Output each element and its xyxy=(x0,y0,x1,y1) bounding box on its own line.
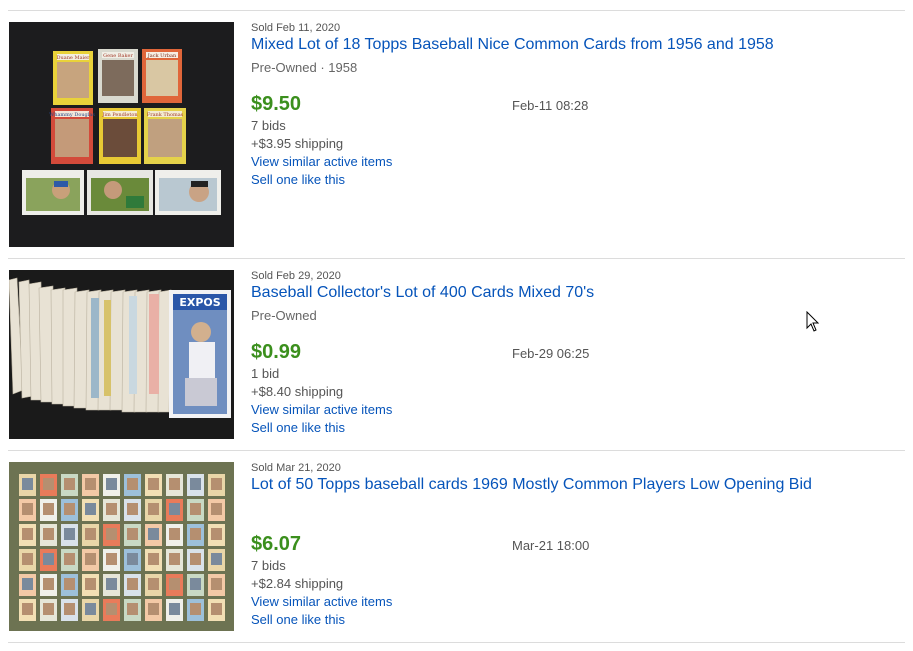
svg-text:Whammy Douglas: Whammy Douglas xyxy=(49,112,95,118)
listing-item: EXPOS Sold Feb 29, 2020 Baseball Collect… xyxy=(0,270,913,440)
view-similar-link[interactable]: View similar active items xyxy=(251,594,392,610)
listing-thumbnail[interactable] xyxy=(9,462,234,631)
listing-thumbnail[interactable]: EXPOS xyxy=(9,270,234,439)
listing-thumbnail[interactable]: Duane Maier Gene Baker Jack Urban Whammy… xyxy=(9,22,234,247)
divider xyxy=(8,450,905,451)
listing-title-link[interactable]: Lot of 50 Topps baseball cards 1969 Most… xyxy=(251,475,812,495)
bid-count: 7 bids xyxy=(251,118,286,133)
divider xyxy=(8,10,905,11)
sold-date: Sold Feb 29, 2020 xyxy=(251,270,341,282)
view-similar-link[interactable]: View similar active items xyxy=(251,402,392,418)
svg-text:Duane Maier: Duane Maier xyxy=(56,55,90,61)
item-condition: Pre-Owned · 1958 xyxy=(251,60,358,75)
listing-title-link[interactable]: Mixed Lot of 18 Topps Baseball Nice Comm… xyxy=(251,35,774,55)
shipping-cost: +$2.84 shipping xyxy=(251,576,344,591)
end-time: Feb-11 08:28 xyxy=(512,98,589,113)
bid-count: 7 bids xyxy=(251,558,286,573)
mouse-cursor-icon xyxy=(806,310,820,338)
svg-text:EXPOS: EXPOS xyxy=(179,296,220,309)
end-time: Mar-21 18:00 xyxy=(512,538,590,553)
sold-date: Sold Mar 21, 2020 xyxy=(251,462,341,474)
svg-text:Gene Baker: Gene Baker xyxy=(103,53,133,59)
sold-price: $6.07 xyxy=(251,533,302,555)
sell-one-link[interactable]: Sell one like this xyxy=(251,172,345,188)
card-stack-photo: EXPOS xyxy=(9,270,234,439)
sold-date: Sold Feb 11, 2020 xyxy=(251,22,341,34)
svg-text:Frank Thomas: Frank Thomas xyxy=(147,112,184,118)
divider xyxy=(8,258,905,259)
shipping-cost: +$8.40 shipping xyxy=(251,384,344,399)
item-condition: Pre-Owned xyxy=(251,308,317,323)
sell-one-link[interactable]: Sell one like this xyxy=(251,420,345,436)
divider xyxy=(8,642,905,643)
sell-one-link[interactable]: Sell one like this xyxy=(251,612,345,628)
shipping-cost: +$3.95 shipping xyxy=(251,136,344,151)
sold-price: $0.99 xyxy=(251,341,302,363)
view-similar-link[interactable]: View similar active items xyxy=(251,154,392,170)
sold-price: $9.50 xyxy=(251,93,302,115)
baseball-cards-photo: Duane Maier Gene Baker Jack Urban Whammy… xyxy=(9,22,234,247)
listing-item: Sold Mar 21, 2020 Lot of 50 Topps baseba… xyxy=(0,462,913,632)
svg-text:Jack Urban: Jack Urban xyxy=(147,53,177,59)
end-time: Feb-29 06:25 xyxy=(512,346,590,361)
listing-item: Duane Maier Gene Baker Jack Urban Whammy… xyxy=(0,22,913,248)
card-grid-photo xyxy=(9,462,234,631)
bid-count: 1 bid xyxy=(251,366,280,381)
svg-text:Jim Pendleton: Jim Pendleton xyxy=(101,112,138,118)
listing-title-link[interactable]: Baseball Collector's Lot of 400 Cards Mi… xyxy=(251,283,594,303)
